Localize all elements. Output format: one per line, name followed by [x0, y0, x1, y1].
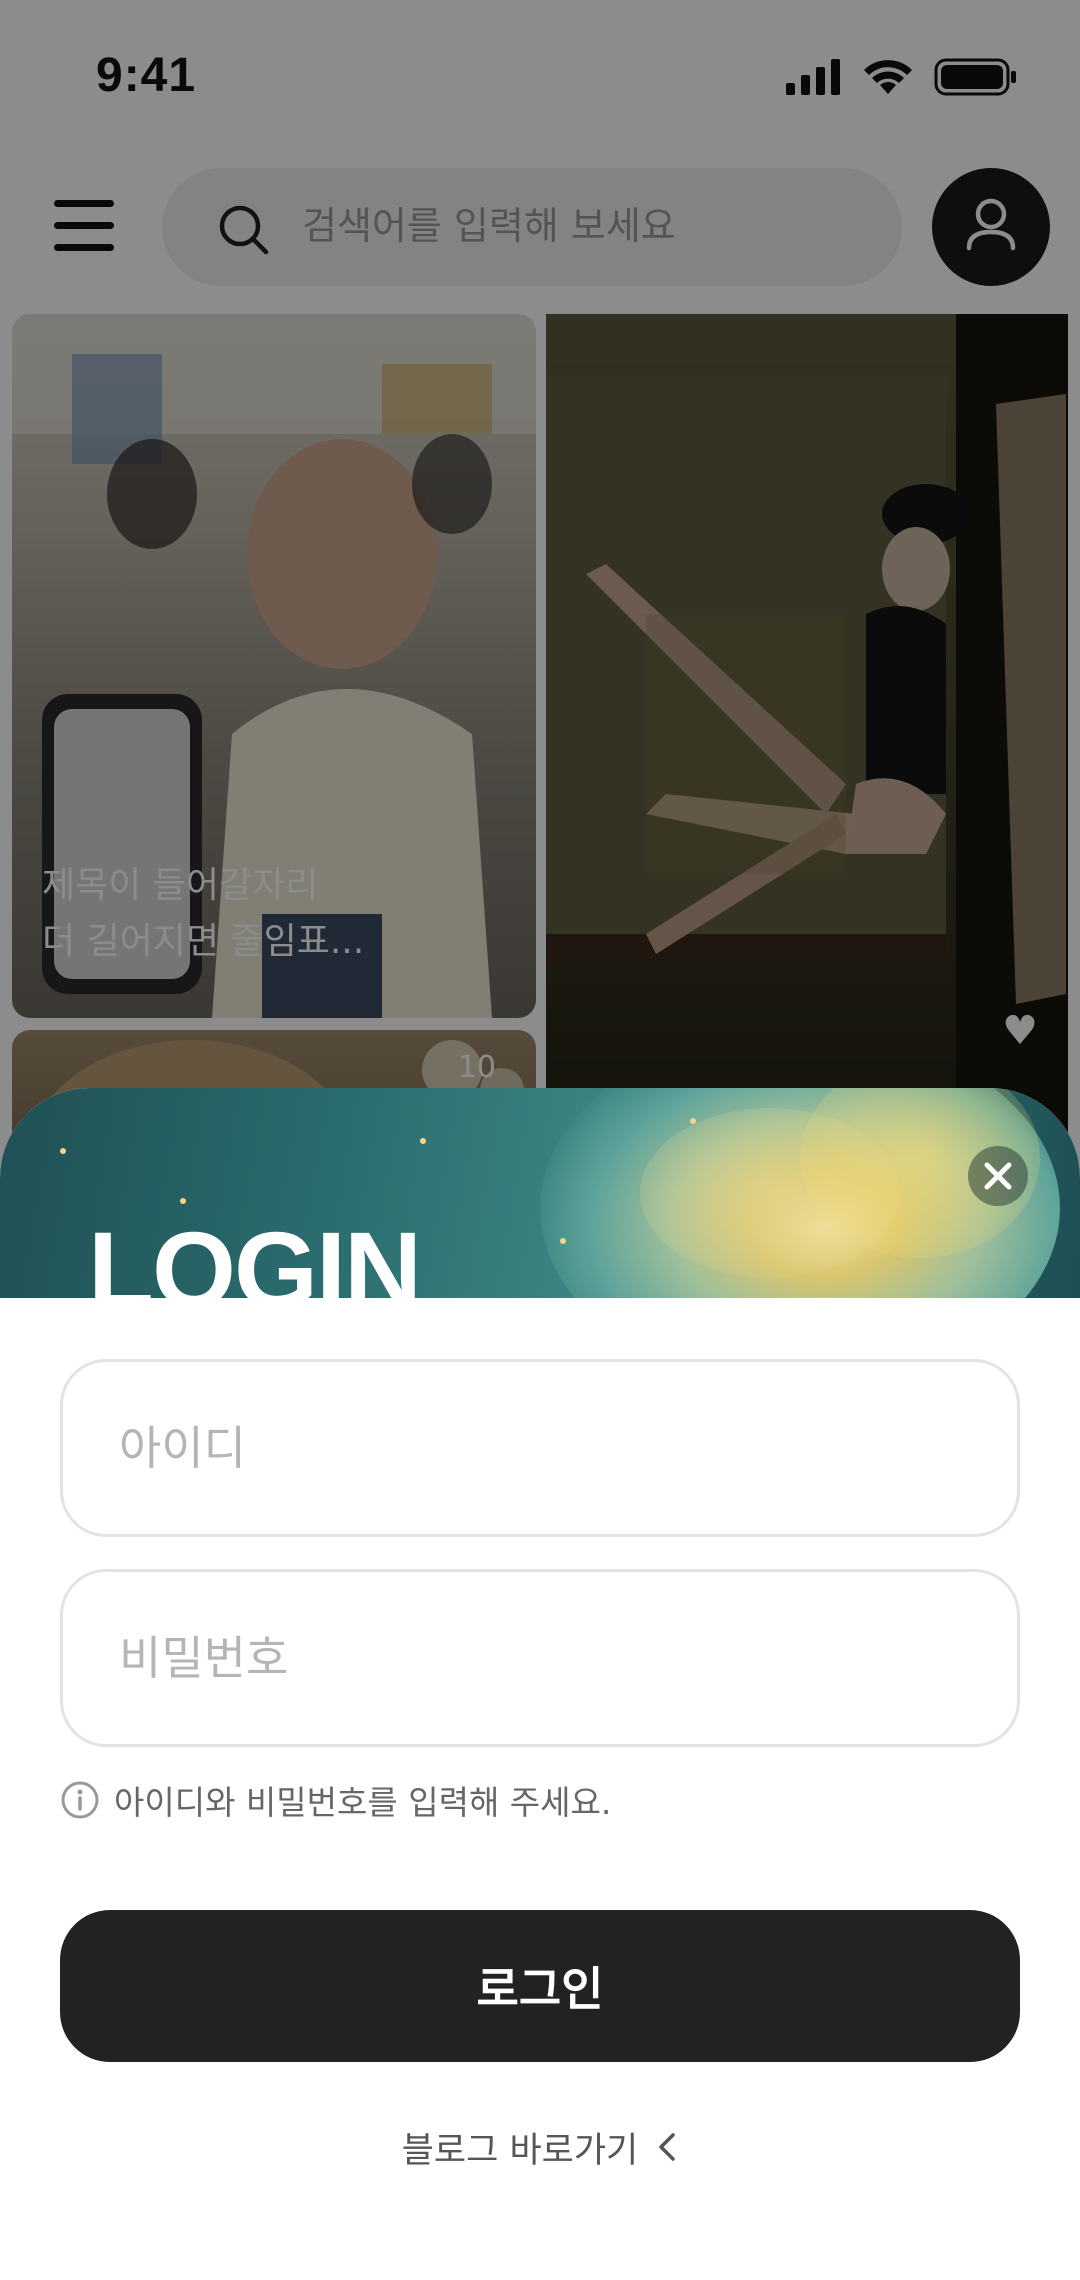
chevron-left-icon	[659, 2133, 676, 2161]
login-button[interactable]: 로그인	[60, 1910, 1020, 2062]
password-field[interactable]	[60, 1569, 1020, 1747]
close-icon	[984, 1162, 1012, 1190]
sparkle	[180, 1198, 186, 1204]
id-field[interactable]	[60, 1359, 1020, 1537]
close-button[interactable]	[968, 1146, 1028, 1206]
info-icon	[61, 1781, 99, 1819]
password-input[interactable]	[119, 1572, 959, 1744]
login-hint: 아이디와 비밀번호를 입력해 주세요.	[60, 1778, 611, 1822]
sparkle	[560, 1238, 566, 1244]
hint-text: 아이디와 비밀번호를 입력해 주세요.	[114, 1783, 612, 1822]
sparkle	[60, 1148, 66, 1154]
sparkle	[420, 1138, 426, 1144]
blog-link[interactable]: 블로그 바로가기	[0, 2124, 1080, 2171]
id-input[interactable]	[119, 1362, 959, 1534]
login-banner: LOGIN	[0, 1088, 1080, 1298]
sparkle	[690, 1118, 696, 1124]
login-title: LOGIN	[88, 1209, 422, 1299]
blog-link-label: 블로그 바로가기	[401, 2130, 639, 2171]
